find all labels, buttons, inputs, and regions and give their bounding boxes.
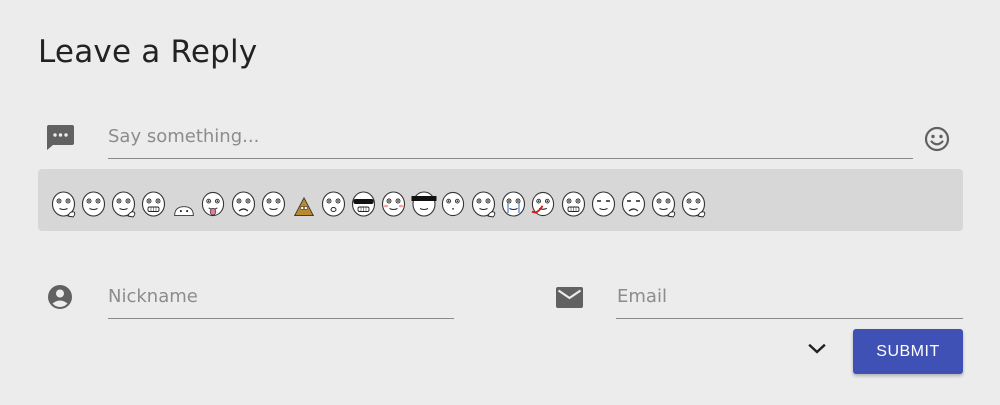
emoji-pondering[interactable] (680, 189, 707, 219)
comment-icon (47, 125, 74, 150)
emoji-smile[interactable] (260, 189, 287, 219)
emoji-sad[interactable] (230, 189, 257, 219)
page-title: Leave a Reply (38, 34, 258, 70)
emoji-crying[interactable] (500, 189, 527, 219)
emoji-peace[interactable] (110, 189, 137, 219)
chevron-down-icon[interactable] (807, 342, 827, 356)
nickname-placeholder: Nickname (108, 286, 198, 307)
emoji-thumbs-up[interactable] (50, 189, 77, 219)
emoji-nosebleed[interactable] (530, 189, 556, 219)
emoji-censored[interactable] (410, 189, 438, 219)
comment-placeholder: Say something... (108, 126, 260, 147)
nickname-underline (108, 318, 454, 319)
reply-form: Leave a Reply Say something... Nickname … (0, 0, 1000, 405)
comment-underline (108, 158, 913, 159)
emoji-worried[interactable] (620, 189, 647, 219)
email-input[interactable] (616, 278, 963, 320)
account-circle-icon (48, 285, 72, 309)
email-placeholder: Email (617, 286, 667, 307)
submit-button[interactable]: SUBMIT (853, 329, 963, 374)
emoji-smile-icon[interactable] (924, 126, 950, 152)
emoji-peek[interactable] (172, 189, 196, 219)
emoji-sunglasses[interactable] (350, 189, 377, 219)
emoji-pyramid[interactable] (292, 189, 316, 219)
emoji-blush[interactable] (380, 189, 407, 219)
emoji-panel (38, 169, 963, 231)
emoji-dots[interactable] (440, 189, 466, 219)
emoji-facepalm[interactable] (650, 189, 677, 219)
emoji-grin[interactable] (140, 189, 167, 219)
emoji-teeth[interactable] (560, 189, 587, 219)
emoji-surprised[interactable] (320, 189, 347, 219)
emoji-tongue[interactable] (200, 189, 226, 219)
emoji-meh[interactable] (590, 189, 617, 219)
email-underline (616, 318, 963, 319)
mail-icon (556, 287, 583, 308)
emoji-shrug[interactable] (470, 189, 497, 219)
emoji-smirk[interactable] (80, 189, 107, 219)
